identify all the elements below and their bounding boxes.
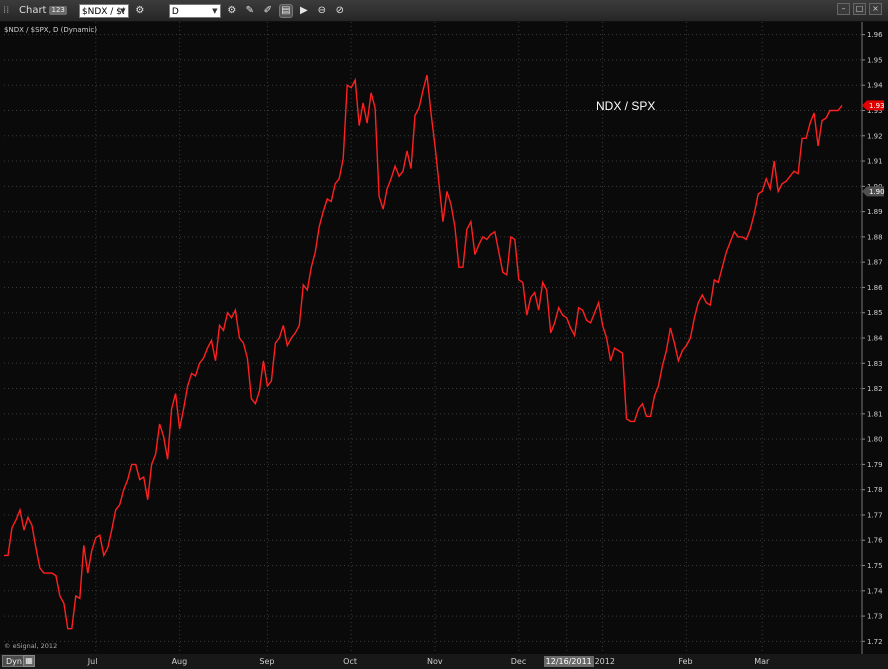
last-value-tag-label: 1.93	[869, 102, 885, 110]
y-tick-label: 1.84	[867, 335, 883, 343]
y-tick-label: 1.85	[867, 309, 883, 317]
chart-title: NDX / SPX	[596, 99, 655, 113]
x-tick-label: Dec	[510, 657, 527, 666]
symbol-combo[interactable]: $NDX / $! ▼	[78, 3, 129, 18]
interval-combo[interactable]: D ▼	[168, 3, 221, 18]
x-tick-label: Aug	[171, 657, 188, 666]
x-tick-label: 2012	[594, 657, 615, 666]
y-tick-label: 1.91	[867, 158, 883, 166]
y-tick-label: 1.89	[867, 208, 883, 216]
x-tick-label: Feb	[678, 657, 693, 666]
y-tick-label: 1.92	[867, 132, 883, 140]
y-tick-label: 1.83	[867, 360, 883, 368]
y-tick-label: 1.80	[867, 436, 883, 444]
x-tick-label: Nov	[426, 657, 443, 666]
x-tick-label: Mar	[754, 657, 770, 666]
y-tick-label: 1.78	[867, 486, 883, 494]
x-tick-label: 12/16/2011	[543, 656, 594, 667]
y-tick-label: 1.88	[867, 233, 883, 241]
y-tick-label: 1.77	[867, 511, 883, 519]
y-tick-label: 1.81	[867, 410, 883, 418]
chart-settings-icon[interactable]: ▦	[23, 655, 35, 667]
maximize-icon[interactable]: □	[853, 3, 866, 15]
grip-icon[interactable]: ⁞⁞	[3, 4, 17, 18]
chart-tab-badge: 123	[49, 6, 67, 15]
x-tick-label: Jul	[87, 657, 98, 666]
chart-tab-label: Chart	[19, 5, 47, 16]
cursor-value-tag-label: 1.90	[869, 188, 885, 196]
chevron-down-icon[interactable]: ▼	[211, 5, 219, 17]
chevron-down-icon[interactable]: ▼	[119, 5, 127, 17]
chart-type-icon[interactable]: ▤	[278, 3, 293, 18]
y-tick-label: 1.95	[867, 56, 883, 64]
minimize-icon[interactable]: –	[837, 3, 850, 15]
y-tick-label: 1.72	[867, 638, 883, 646]
y-tick-label: 1.86	[867, 284, 883, 292]
y-tick-label: 1.82	[867, 385, 883, 393]
chart-area[interactable]: 1.72 1.73 1.74 1.75 1.76 1.77 1.78 1.79 1.80 1.81…	[0, 22, 888, 654]
chart-tab[interactable]: Chart 123	[19, 5, 67, 16]
symbol-settings-icon[interactable]: ⚙	[133, 4, 147, 18]
chart-toolbar: ⁞⁞ Chart 123 $NDX / $! ▼ ⚙ D ▼ ⚙ ✎ ✐ ▤ ▶…	[0, 0, 888, 22]
x-tick-label: Sep	[259, 657, 275, 666]
pencil-icon[interactable]: ✎	[243, 4, 257, 18]
y-tick-label: 1.74	[867, 587, 883, 595]
y-tick-label: 1.94	[867, 82, 883, 90]
interval-settings-icon[interactable]: ⚙	[225, 4, 239, 18]
chart-window: ⁞⁞ Chart 123 $NDX / $! ▼ ⚙ D ▼ ⚙ ✎ ✐ ▤ ▶…	[0, 0, 888, 669]
y-tick-label: 1.73	[867, 613, 883, 621]
window-controls: – □ ×	[834, 3, 882, 15]
legend-text: $NDX / $SPX, D (Dynamic)	[4, 26, 97, 34]
link-icon[interactable]: ⊘	[333, 4, 347, 18]
close-icon[interactable]: ×	[869, 3, 882, 15]
copyright-text: © eSignal, 2012	[4, 642, 57, 650]
interval-value: D	[171, 6, 179, 17]
x-tick-label: Oct	[343, 657, 357, 666]
y-tick-label: 1.76	[867, 537, 883, 545]
draw-tool-icon[interactable]: ✐	[261, 4, 275, 18]
play-icon[interactable]: ▶	[297, 4, 311, 18]
y-tick-label: 1.79	[867, 461, 883, 469]
zoom-icon[interactable]: ⊖	[315, 4, 329, 18]
y-tick-label: 1.96	[867, 31, 883, 39]
y-tick-label: 1.75	[867, 562, 883, 570]
y-tick-label: 1.87	[867, 259, 883, 267]
